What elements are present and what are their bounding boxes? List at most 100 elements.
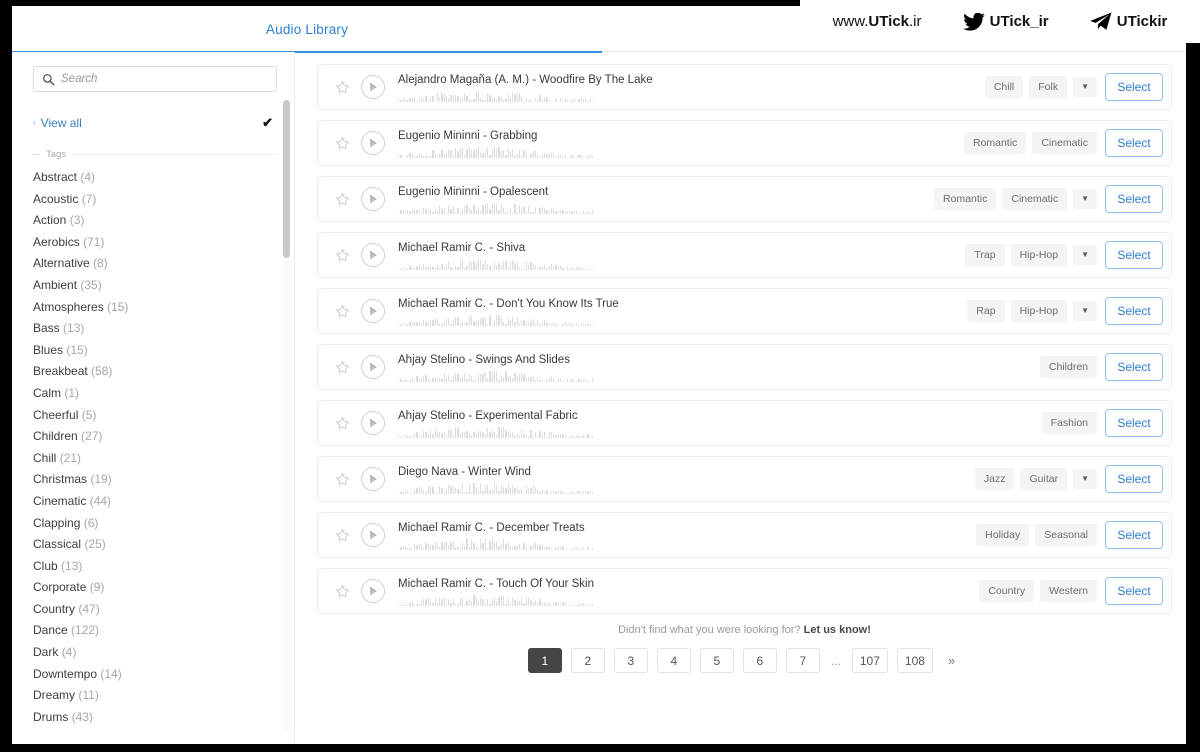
favorite-star-icon[interactable] (332, 189, 352, 209)
sidebar-tag-item[interactable]: Calm (1) (33, 383, 277, 405)
play-button[interactable] (361, 579, 385, 603)
pagination-page-button[interactable]: 108 (896, 648, 933, 673)
track-tag-chip[interactable]: Holiday (976, 524, 1030, 546)
track-row[interactable]: Michael Ramir C. - December Treats Holida… (317, 512, 1172, 558)
play-button[interactable] (361, 411, 385, 435)
sidebar-tag-item[interactable]: Clapping (6) (33, 513, 277, 535)
pagination-page-button[interactable]: 4 (656, 648, 691, 673)
track-tag-chip[interactable]: Folk (1029, 76, 1068, 98)
more-tags-dropdown-icon[interactable]: ▼ (1073, 469, 1097, 489)
track-waveform[interactable] (398, 369, 594, 382)
track-waveform[interactable] (398, 537, 594, 550)
select-button[interactable]: Select (1105, 185, 1163, 213)
sidebar-tag-item[interactable]: Ambient (35) (33, 275, 277, 297)
sidebar-tag-item[interactable]: Breakbeat (58) (33, 361, 277, 383)
sidebar-tag-item[interactable]: Drums (43) (33, 707, 277, 729)
select-button[interactable]: Select (1105, 73, 1163, 101)
favorite-star-icon[interactable] (332, 357, 352, 377)
pagination-page-button[interactable]: 107 (851, 648, 888, 673)
track-row[interactable]: Michael Ramir C. - Touch Of Your Skin Cou… (317, 568, 1172, 614)
play-button[interactable] (361, 187, 385, 211)
sidebar-tag-item[interactable]: Dark (4) (33, 642, 277, 664)
sidebar-tag-item[interactable]: Cheerful (5) (33, 405, 277, 427)
sidebar-tag-item[interactable]: Classical (25) (33, 534, 277, 556)
sidebar-tag-item[interactable]: Atmospheres (15) (33, 297, 277, 319)
sidebar-tag-item[interactable]: Blues (15) (33, 340, 277, 362)
sidebar-tag-item[interactable]: Alternative (8) (33, 253, 277, 275)
select-button[interactable]: Select (1105, 465, 1163, 493)
more-tags-dropdown-icon[interactable]: ▼ (1073, 77, 1097, 97)
sidebar-tag-item[interactable]: Corporate (9) (33, 577, 277, 599)
track-waveform[interactable] (398, 145, 594, 158)
pagination-page-button[interactable]: 2 (570, 648, 605, 673)
sidebar-tag-item[interactable]: Dreamy (11) (33, 685, 277, 707)
favorite-star-icon[interactable] (332, 413, 352, 433)
sidebar-tag-item[interactable]: Country (47) (33, 599, 277, 621)
pagination-page-button[interactable]: 6 (742, 648, 777, 673)
sidebar-tag-item[interactable]: Action (3) (33, 210, 277, 232)
track-waveform[interactable] (398, 257, 594, 270)
search-box[interactable] (33, 66, 277, 92)
select-button[interactable]: Select (1105, 353, 1163, 381)
sidebar-scrollbar-thumb[interactable] (283, 100, 290, 258)
track-waveform[interactable] (398, 481, 594, 494)
track-row[interactable]: Ahjay Stelino - Swings And Slides Childre… (317, 344, 1172, 390)
sidebar-tag-item[interactable]: Christmas (19) (33, 469, 277, 491)
track-tag-chip[interactable]: Rap (967, 300, 1005, 322)
more-tags-dropdown-icon[interactable]: ▼ (1073, 301, 1097, 321)
track-tag-chip[interactable]: Trap (965, 244, 1005, 266)
select-button[interactable]: Select (1105, 521, 1163, 549)
pagination-page-button[interactable]: 3 (613, 648, 648, 673)
track-tag-chip[interactable]: Romantic (934, 188, 997, 210)
play-button[interactable] (361, 299, 385, 323)
favorite-star-icon[interactable] (332, 525, 352, 545)
track-row[interactable]: Eugenio Mininni - Grabbing Romantic Cinema… (317, 120, 1172, 166)
play-button[interactable] (361, 467, 385, 491)
track-tag-chip[interactable]: Chill (984, 76, 1024, 98)
sidebar-tag-item[interactable]: Club (13) (33, 556, 277, 578)
pagination-next-button[interactable]: » (942, 653, 961, 668)
track-tag-chip[interactable]: Romantic (963, 132, 1027, 154)
pagination-page-button[interactable]: 5 (699, 648, 734, 673)
track-tag-chip[interactable]: Western (1040, 580, 1097, 602)
favorite-star-icon[interactable] (332, 301, 352, 321)
more-tags-dropdown-icon[interactable]: ▼ (1073, 245, 1097, 265)
more-tags-dropdown-icon[interactable]: ▼ (1073, 189, 1097, 209)
let-us-know-link[interactable]: Let us know! (804, 624, 871, 636)
search-input[interactable] (55, 72, 268, 86)
sidebar-tag-item[interactable]: Cinematic (44) (33, 491, 277, 513)
sidebar-tag-item[interactable]: Bass (13) (33, 318, 277, 340)
track-tag-chip[interactable]: Fashion (1041, 412, 1097, 434)
sidebar-tag-item[interactable]: Downtempo (14) (33, 664, 277, 686)
play-button[interactable] (361, 355, 385, 379)
track-row[interactable]: Eugenio Mininni - Opalescent Romantic Cine… (317, 176, 1172, 222)
select-button[interactable]: Select (1105, 241, 1163, 269)
favorite-star-icon[interactable] (332, 77, 352, 97)
sidebar-scrollbar[interactable] (283, 100, 290, 730)
favorite-star-icon[interactable] (332, 581, 352, 601)
track-tag-chip[interactable]: Hip-Hop (1010, 244, 1068, 266)
track-tag-chip[interactable]: Cinematic (1002, 188, 1068, 210)
pagination-page-button[interactable]: 1 (527, 648, 562, 673)
track-tag-chip[interactable]: Children (1039, 356, 1097, 378)
sidebar-item-view-all[interactable]: › View all ✔ (33, 114, 277, 132)
track-row[interactable]: Alejandro Magaña (A. M.) - Woodfire By T… (317, 64, 1172, 110)
track-waveform[interactable] (398, 313, 594, 326)
sidebar-tag-item[interactable]: Aerobics (71) (33, 232, 277, 254)
sidebar-tag-item[interactable]: Chill (21) (33, 448, 277, 470)
play-button[interactable] (361, 523, 385, 547)
favorite-star-icon[interactable] (332, 245, 352, 265)
track-tag-chip[interactable]: Country (979, 580, 1035, 602)
select-button[interactable]: Select (1105, 409, 1163, 437)
favorite-star-icon[interactable] (332, 469, 352, 489)
track-tag-chip[interactable]: Hip-Hop (1010, 300, 1068, 322)
play-button[interactable] (361, 75, 385, 99)
track-row[interactable]: Ahjay Stelino - Experimental Fabric Fashi… (317, 400, 1172, 446)
track-tag-chip[interactable]: Jazz (974, 468, 1015, 490)
track-row[interactable]: Diego Nava - Winter Wind Jazz Guitar ▼ Selec… (317, 456, 1172, 502)
sidebar-tag-item[interactable]: Dance (122) (33, 620, 277, 642)
pagination-page-button[interactable]: 7 (785, 648, 820, 673)
track-row[interactable]: Michael Ramir C. - Don't You Know Its Tr… (317, 288, 1172, 334)
track-waveform[interactable] (398, 593, 594, 606)
tab-audio-library[interactable]: Audio Library (12, 6, 602, 53)
